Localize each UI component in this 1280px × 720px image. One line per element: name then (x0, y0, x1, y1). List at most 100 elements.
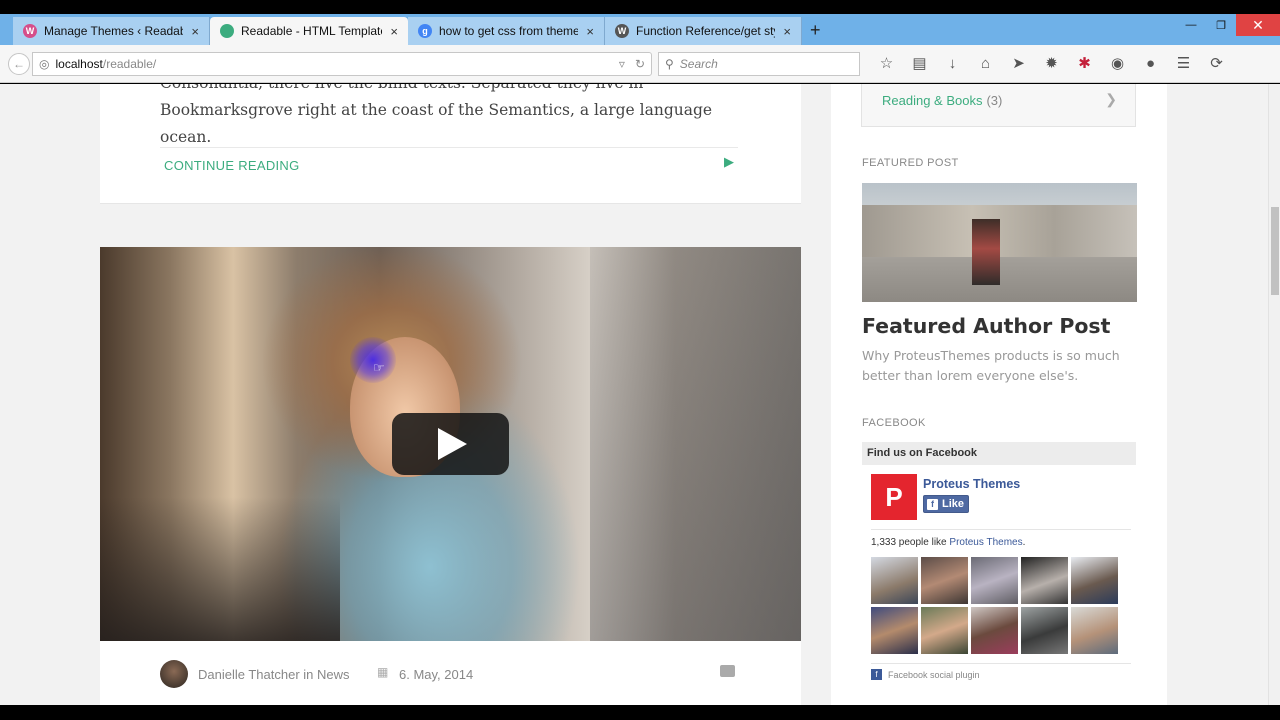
url-path: /readable/ (102, 57, 157, 71)
category-label: Reading & Books (3) (882, 93, 1002, 108)
avatar[interactable] (160, 660, 188, 688)
facebook-fans-grid (871, 557, 1121, 654)
reading-list-icon[interactable]: ▤ (903, 54, 936, 72)
video-frame-shade (590, 247, 801, 641)
globe-icon: ◎ (39, 57, 50, 71)
fan-avatar[interactable] (971, 557, 1018, 604)
fan-avatar[interactable] (1021, 557, 1068, 604)
fan-avatar[interactable] (1071, 607, 1118, 654)
featured-post-heading: FEATURED POST (862, 157, 959, 169)
dropdown-arrow-icon[interactable]: ▿ (619, 57, 625, 71)
tab-label: Function Reference/get sty... (636, 24, 776, 38)
screen-bottom-border (0, 705, 1280, 720)
like-count-text: 1,333 people like (871, 537, 950, 548)
fan-avatar[interactable] (1021, 607, 1068, 654)
facebook-icon: f (927, 498, 938, 510)
bookmark-star-icon[interactable]: ☆ (870, 54, 903, 72)
puzzle-red-icon[interactable]: ✱ (1068, 54, 1101, 72)
like-label: Like (942, 498, 965, 510)
close-tab-icon[interactable]: × (586, 24, 594, 39)
fan-avatar[interactable] (921, 607, 968, 654)
search-input[interactable]: ⚲ Search (658, 52, 860, 76)
minimize-icon[interactable]: — (1176, 14, 1206, 36)
chevron-right-icon[interactable]: ▶ (724, 154, 734, 170)
post-meta: Danielle Thatcher in News ▦ 6. May, 2014 (100, 641, 801, 705)
toolbar-icons: ☆ ▤ ↓ ⌂ ➤ ✹ ✱ ◉ ● ☰ ⟳ (870, 54, 1233, 73)
url-host: localhost (55, 57, 103, 71)
fan-avatar[interactable] (1071, 557, 1118, 604)
proteus-logo-icon[interactable]: P (871, 474, 917, 520)
tab-label: Readable - HTML Template (241, 24, 383, 38)
author-category[interactable]: Danielle Thatcher in News (198, 667, 350, 682)
facebook-like-button[interactable]: f Like (923, 495, 969, 513)
web-page: Consonantia, there live the blind texts.… (0, 84, 1268, 705)
color-picker-icon[interactable]: ● (1134, 55, 1167, 72)
address-bar[interactable]: ◎ localhost/readable/ ▿ ↻ (32, 52, 652, 76)
reload-icon[interactable]: ↻ (635, 57, 645, 71)
chat-icon[interactable]: ◉ (1101, 54, 1134, 72)
tab-manage-themes[interactable]: W Manage Themes ‹ Readabl... × (13, 17, 210, 45)
image-figure (972, 219, 1000, 285)
home-icon[interactable]: ⌂ (969, 55, 1002, 72)
comment-icon[interactable] (720, 665, 735, 677)
video-player[interactable]: ☞ (100, 247, 801, 641)
category-item-reading-books[interactable]: Reading & Books (3) ❯ (861, 84, 1136, 127)
post-date: 6. May, 2014 (399, 667, 474, 682)
calendar-icon: ▦ (377, 665, 389, 679)
window-controls: — ❐ ✕ (1176, 14, 1280, 36)
wordpress-admin-icon: W (23, 24, 37, 38)
menu-icon[interactable]: ☰ (1167, 54, 1200, 72)
tab-label: how to get css from theme... (439, 24, 579, 38)
send-icon[interactable]: ➤ (1002, 54, 1035, 72)
facebook-like-count: 1,333 people like Proteus Themes. (871, 537, 1025, 548)
fan-avatar[interactable] (871, 557, 918, 604)
extension-icon[interactable]: ✹ (1035, 54, 1068, 72)
close-tab-icon[interactable]: × (191, 24, 199, 39)
google-icon: g (418, 24, 432, 38)
tab-google-search[interactable]: g how to get css from theme... × (408, 17, 605, 45)
fan-avatar[interactable] (921, 557, 968, 604)
fan-avatar[interactable] (871, 607, 918, 654)
featured-post-text: Why ProteusThemes products is so much be… (862, 348, 1120, 383)
facebook-bar: Find us on Facebook (862, 442, 1136, 465)
sidebar: Reading & Books (3) ❯ FEATURED POST Featu… (831, 84, 1167, 705)
hand-cursor-icon: ☞ (373, 360, 385, 375)
sync-icon[interactable]: ⟳ (1200, 54, 1233, 72)
featured-post-image[interactable] (862, 183, 1137, 302)
back-button[interactable]: ← (8, 53, 30, 75)
close-tab-icon[interactable]: × (390, 24, 398, 39)
tab-readable[interactable]: Readable - HTML Template × (210, 17, 408, 45)
plugin-label: Facebook social plugin (888, 669, 980, 680)
page-scrollbar[interactable] (1268, 84, 1280, 705)
post-card: Consonantia, there live the blind texts.… (100, 84, 801, 204)
tab-function-reference[interactable]: W Function Reference/get sty... × (605, 17, 802, 45)
divider (871, 663, 1131, 664)
navigation-toolbar: ← ◎ localhost/readable/ ▿ ↻ ⚲ Search ☆ ▤… (0, 45, 1280, 83)
like-count-suffix: . (1022, 537, 1026, 548)
facebook-page-name[interactable]: Proteus Themes (923, 477, 1020, 491)
fan-avatar[interactable] (971, 607, 1018, 654)
video-post-card: ☞ Danielle Thatcher in News ▦ 6. May, 20… (100, 247, 801, 705)
restore-icon[interactable]: ❐ (1206, 14, 1236, 36)
search-placeholder: Search (679, 57, 718, 71)
category-count: (3) (986, 93, 1003, 108)
tab-label: Manage Themes ‹ Readabl... (44, 24, 183, 38)
divider (160, 147, 738, 148)
downloads-icon[interactable]: ↓ (936, 55, 969, 72)
facebook-heading: FACEBOOK (862, 417, 926, 429)
play-button[interactable] (392, 413, 509, 475)
wordpress-icon: W (615, 24, 629, 38)
chevron-right-icon: ❯ (1105, 91, 1117, 107)
facebook-page-link[interactable]: Proteus Themes (949, 537, 1022, 548)
category-name: Reading & Books (882, 93, 983, 108)
new-tab-button[interactable]: + (810, 20, 821, 41)
video-frame-ground (100, 497, 340, 641)
continue-reading-link[interactable]: CONTINUE READING (164, 158, 300, 173)
search-icon: ⚲ (665, 57, 674, 71)
scrollbar-thumb[interactable] (1271, 207, 1279, 295)
facebook-icon: f (871, 669, 882, 680)
close-tab-icon[interactable]: × (783, 24, 791, 39)
divider (871, 529, 1131, 530)
close-window-icon[interactable]: ✕ (1236, 14, 1280, 36)
featured-post-title[interactable]: Featured Author Post (862, 314, 1110, 338)
